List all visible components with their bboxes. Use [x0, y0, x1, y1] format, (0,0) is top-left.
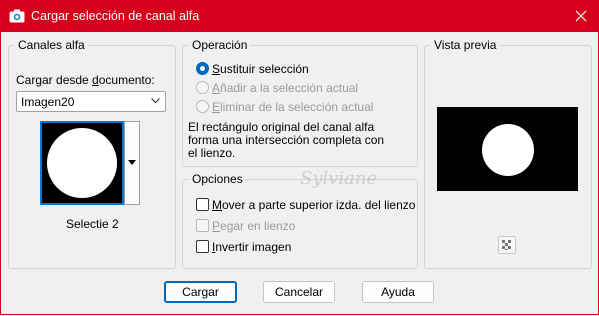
channel-thumbnail-dropdown[interactable]: [124, 121, 140, 205]
triangle-down-icon: [128, 160, 136, 165]
checkerboard-zoom-icon: [502, 240, 511, 250]
window-title: Cargar selección de canal alfa: [31, 9, 200, 23]
move-top-left-checkbox[interactable]: [196, 198, 209, 211]
remove-from-selection-radio[interactable]: [196, 100, 209, 113]
camera-icon: [9, 9, 25, 23]
channel-name: Selectie 2: [66, 217, 119, 231]
invert-image-checkbox[interactable]: [196, 240, 209, 253]
operation-info-line-1: El rectángulo original del canal alfa: [188, 120, 375, 134]
zoom-preview-button[interactable]: [498, 236, 516, 254]
invert-image-label[interactable]: Invertir imagen: [212, 240, 291, 254]
operation-group-label: Operación: [189, 38, 251, 52]
add-to-selection-label[interactable]: Añadir a la selección actual: [212, 81, 358, 95]
operation-info-line-3: el lienzo.: [188, 146, 236, 160]
replace-selection-radio[interactable]: [196, 62, 209, 75]
preview-group-label: Vista previa: [431, 38, 500, 52]
options-group-label: Opciones: [189, 172, 246, 186]
title-bar: Cargar selección de canal alfa: [0, 0, 599, 32]
preview-selection-shape: [482, 124, 534, 176]
cancel-button[interactable]: Cancelar: [263, 281, 335, 303]
document-select-value: Imagen20: [21, 95, 75, 109]
operation-info-line-2: forma una intersección completa con: [188, 133, 385, 147]
paste-to-canvas-label[interactable]: Pegar en lienzo: [212, 219, 295, 233]
chevron-down-icon: [151, 98, 160, 104]
add-to-selection-radio[interactable]: [196, 81, 209, 94]
load-button[interactable]: Cargar: [164, 281, 237, 303]
replace-selection-label[interactable]: Sustituir selección: [212, 62, 309, 76]
alpha-channels-group-label: Canales alfa: [15, 38, 88, 52]
document-select[interactable]: Imagen20: [16, 91, 166, 112]
channel-thumbnail-shape: [47, 128, 117, 198]
paste-to-canvas-checkbox[interactable]: [196, 219, 209, 232]
help-button[interactable]: Ayuda: [362, 281, 434, 303]
move-top-left-label[interactable]: Mover a parte superior izda. del lienzo: [212, 198, 415, 212]
close-icon[interactable]: [567, 4, 595, 28]
preview-canvas: [437, 107, 578, 191]
remove-from-selection-label[interactable]: Eliminar de la selección actual: [212, 100, 373, 114]
channel-thumbnail[interactable]: [40, 121, 124, 205]
watermark: Sylviane: [300, 168, 378, 189]
load-from-document-label: Cargar desde documento:: [16, 73, 155, 87]
